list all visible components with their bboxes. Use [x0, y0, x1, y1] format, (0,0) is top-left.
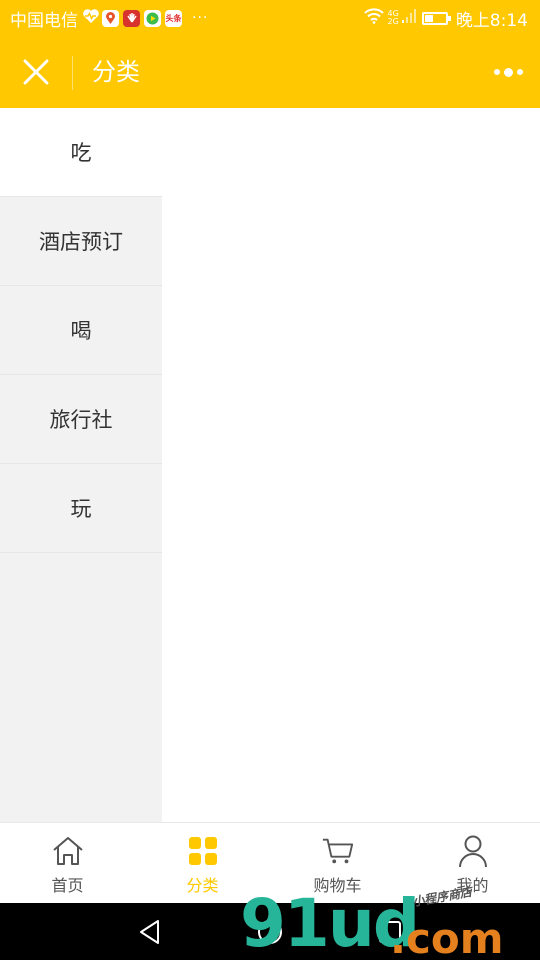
category-sidebar: 吃 酒店预订 喝 旅行社 玩	[0, 108, 162, 822]
nav-bar: 分类	[0, 36, 540, 108]
status-bar: 中国电信 头条 ··· 4G 2G 晚上8:14	[0, 0, 540, 36]
tab-label: 首页	[51, 876, 84, 895]
watermark-domain: .com	[390, 914, 504, 963]
status-right: 4G 2G 晚上8:14	[363, 0, 528, 36]
home-icon	[51, 834, 85, 868]
more-dot	[516, 69, 523, 75]
category-content	[162, 108, 540, 822]
category-item-eat[interactable]: 吃	[0, 108, 162, 197]
category-grid-icon	[186, 834, 220, 868]
signal-icon	[401, 8, 416, 29]
category-item-hotel[interactable]: 酒店预订	[0, 197, 162, 286]
category-item-drink[interactable]: 喝	[0, 286, 162, 375]
tab-home[interactable]: 首页	[0, 823, 135, 903]
more-dot	[493, 69, 500, 75]
battery-icon	[421, 11, 451, 25]
category-label: 玩	[70, 497, 92, 521]
close-button[interactable]	[14, 50, 58, 94]
back-button[interactable]	[133, 915, 167, 949]
more-notifications-icon: ···	[192, 10, 209, 26]
nav-divider	[72, 56, 73, 90]
huawei-icon	[123, 9, 140, 27]
more-button[interactable]	[486, 54, 530, 90]
carrier-label: 中国电信	[10, 10, 78, 31]
user-icon	[456, 834, 490, 868]
page-title: 分类	[92, 58, 140, 86]
tab-label: 分类	[186, 876, 219, 895]
battery-level	[424, 14, 433, 22]
category-label: 酒店预订	[39, 230, 123, 254]
category-label: 吃	[70, 141, 92, 165]
category-item-play[interactable]: 玩	[0, 464, 162, 553]
network-type: 4G 2G	[387, 9, 399, 26]
category-item-travel-agency[interactable]: 旅行社	[0, 375, 162, 464]
category-label: 喝	[70, 319, 92, 343]
back-triangle-icon	[140, 920, 159, 944]
cart-icon	[321, 834, 355, 868]
wifi-icon	[363, 7, 384, 29]
close-icon	[23, 59, 49, 85]
video-play-icon	[144, 9, 161, 27]
clock: 晚上8:14	[455, 10, 528, 31]
more-dot	[503, 67, 513, 77]
watermark-logo: 91ud .com 小程序商店	[240, 885, 503, 963]
heart-icon	[82, 8, 100, 29]
status-left: 中国电信 头条 ···	[10, 0, 208, 36]
map-pin-icon	[102, 9, 119, 27]
category-label: 旅行社	[49, 408, 113, 432]
toutiao-icon: 头条	[165, 9, 182, 27]
